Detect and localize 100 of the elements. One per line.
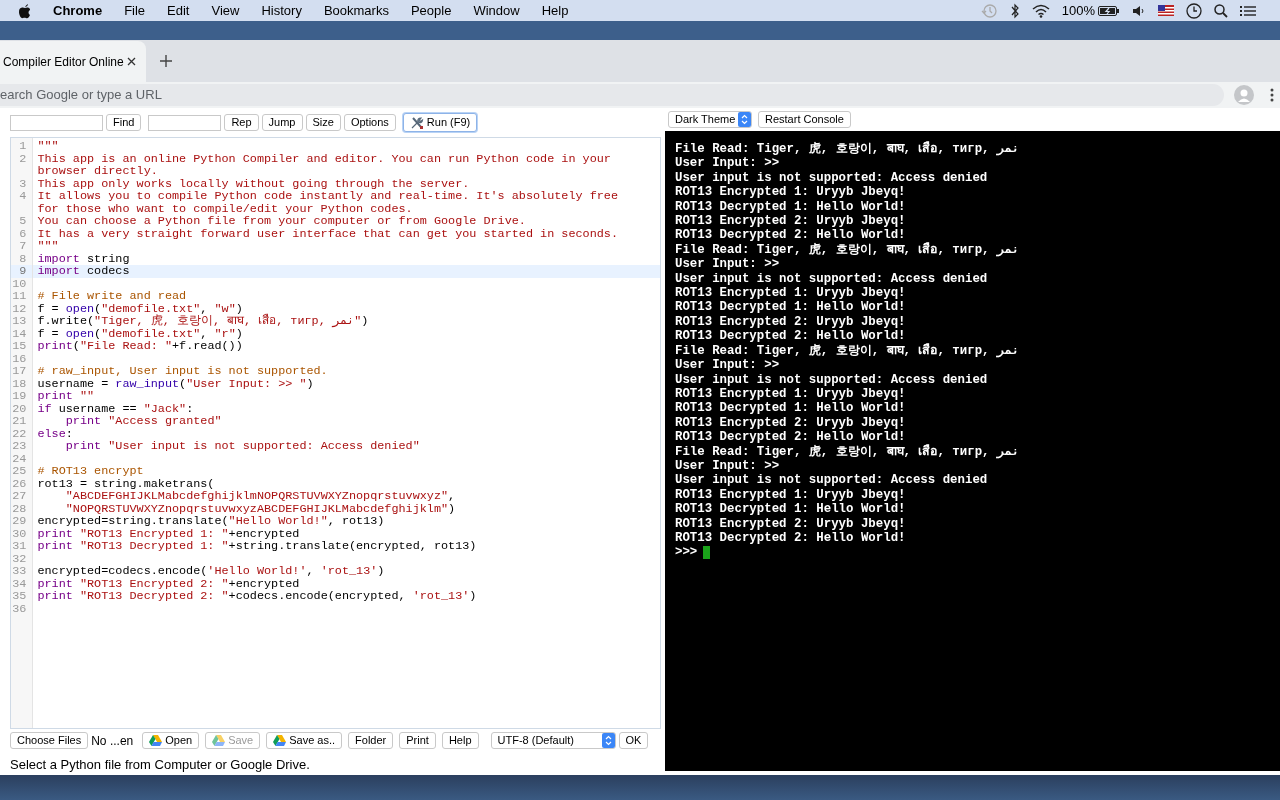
run-button[interactable]: Run (F9) xyxy=(402,113,478,132)
line-number: 16 xyxy=(11,352,28,365)
more-menu-icon[interactable] xyxy=(1270,88,1274,102)
code-line: print "User input is not supported: Access denied" xyxy=(64,440,421,453)
menu-item[interactable]: People xyxy=(399,0,463,21)
console-line: ROT13 Encrypted 1: Uryyb Jbeyq! xyxy=(675,185,907,200)
flag-icon[interactable] xyxy=(1158,5,1174,16)
search-icon[interactable] xyxy=(1214,3,1228,18)
apple-icon[interactable] xyxy=(18,2,32,19)
encoding-select[interactable]: UTF-8 (Default) xyxy=(490,732,616,749)
line-number: 10 xyxy=(11,277,28,290)
line-number: 19 xyxy=(11,390,28,403)
line-number: 25 xyxy=(11,465,28,478)
console-line: ROT13 Decrypted 1: Hello World! xyxy=(675,199,907,215)
app-name[interactable]: Chrome xyxy=(42,0,114,21)
volume-icon[interactable] xyxy=(1132,4,1146,17)
line-number: 17 xyxy=(11,365,28,378)
line-number: 27 xyxy=(11,490,28,503)
console-line: User input is not supported: Access denied xyxy=(675,473,989,488)
search-field[interactable] xyxy=(10,114,103,131)
drive-icon xyxy=(273,735,287,746)
console-line: ROT13 Encrypted 2: Uryyb Jbeyq! xyxy=(675,314,907,330)
battery-percent[interactable]: 100% xyxy=(1061,0,1095,21)
battery-icon[interactable] xyxy=(1098,4,1120,17)
console-line: User Input: >> xyxy=(675,458,781,474)
address-field[interactable]: earch Google or type a URL xyxy=(0,84,1224,106)
ok-button[interactable]: OK xyxy=(618,732,649,749)
line-number: 26 xyxy=(11,477,28,490)
choose-files-button[interactable]: Choose Files xyxy=(10,732,89,749)
line-number: 14 xyxy=(11,327,28,340)
clock-icon[interactable] xyxy=(1186,2,1202,19)
console-line: ROT13 Encrypted 2: Uryyb Jbeyq! xyxy=(675,214,907,229)
code-line: f = open("demofile.txt", "r") xyxy=(36,327,244,340)
code-line: f = open("demofile.txt", "w") xyxy=(36,302,244,315)
restart-console-button[interactable]: Restart Console xyxy=(758,111,851,128)
code-line: "ABCDEFGHIJKLMabcdefghijklmNOPQRSTUVWXYZnopqrstuvwxyz", xyxy=(64,490,457,503)
menu-item[interactable]: Edit xyxy=(156,0,201,21)
console-line: User Input: >> xyxy=(675,156,781,171)
toolbar-button[interactable]: Rep xyxy=(224,114,259,131)
toolbar-button[interactable]: Options xyxy=(343,114,396,131)
code-line: # raw_input, User input is not supported. xyxy=(36,365,329,378)
code-line: import string xyxy=(36,252,131,265)
status-text: Select a Python file from Computer or Google Drive. xyxy=(10,757,310,772)
console-line: ROT13 Encrypted 1: Uryyb Jbeyq! xyxy=(675,286,907,301)
bluetooth-icon[interactable] xyxy=(1009,2,1020,19)
stepper-icon xyxy=(738,112,751,127)
console-line: User input is not supported: Access denied xyxy=(675,271,989,287)
menu-item[interactable]: View xyxy=(200,0,251,21)
code-line: encrypted=string.translate("Hello World!", rot13) xyxy=(36,515,386,528)
line-number: 28 xyxy=(11,502,28,515)
code-line: "NOPQRSTUVWXYZnopqrstuvwxyzABCDEFGHIJKLMabcdefghijklm") xyxy=(64,502,457,515)
console-prompt: >>> xyxy=(675,545,698,560)
line-number: 33 xyxy=(11,565,28,578)
drive-file-button[interactable]: Save as.. xyxy=(266,732,343,749)
toolbar-button[interactable]: Find xyxy=(106,114,142,131)
code-line: print "ROT13 Decrypted 1: "+string.translate(encrypted, rot13) xyxy=(36,540,478,553)
line-number: 1 xyxy=(18,140,28,153)
list-icon[interactable] xyxy=(1240,4,1256,17)
theme-select[interactable]: Dark Theme xyxy=(668,111,752,128)
file-button[interactable]: Print xyxy=(399,732,436,749)
toolbar-button[interactable]: Size xyxy=(305,114,341,131)
menu-item[interactable]: File xyxy=(113,0,157,21)
toolbar-button[interactable]: Jump xyxy=(261,114,303,131)
browser-tab[interactable]: Compiler Editor Online xyxy=(0,41,146,82)
menu-item[interactable]: Window xyxy=(462,0,531,21)
console-line: ROT13 Decrypted 1: Hello World! xyxy=(675,502,907,517)
file-button[interactable]: Help xyxy=(441,732,479,749)
console-line: User Input: >> xyxy=(675,257,781,272)
line-number: 24 xyxy=(11,452,28,465)
address-placeholder: earch Google or type a URL xyxy=(0,86,162,105)
line-number: 21 xyxy=(11,415,28,428)
code-line: # File write and read xyxy=(36,290,188,303)
code-line: print "ROT13 Encrypted 2: "+encrypted xyxy=(36,577,301,590)
wifi-icon[interactable] xyxy=(1031,3,1050,18)
menu-item[interactable]: Help xyxy=(530,0,580,21)
console-line: ROT13 Encrypted 1: Uryyb Jbeyq! xyxy=(675,487,907,503)
console-line: User Input: >> xyxy=(675,358,781,373)
file-button[interactable]: Folder xyxy=(348,732,394,749)
search-field[interactable] xyxy=(148,114,222,131)
console-line: ROT13 Decrypted 2: Hello World! xyxy=(675,228,907,243)
plus-icon[interactable] xyxy=(160,55,172,67)
console-line: User input is not supported: Access denied xyxy=(675,372,989,387)
close-icon[interactable] xyxy=(127,57,136,66)
line-number: 6 xyxy=(18,227,28,240)
console-line: ROT13 Encrypted 2: Uryyb Jbeyq! xyxy=(675,415,907,431)
line-number: 7 xyxy=(18,240,28,253)
console-line: ROT13 Encrypted 1: Uryyb Jbeyq! xyxy=(675,386,907,402)
tools-icon xyxy=(409,115,424,130)
drive-file-button[interactable]: Open xyxy=(142,732,200,749)
menu-item[interactable]: History xyxy=(250,0,313,21)
line-number: 20 xyxy=(11,402,28,415)
code-line: print "Access granted" xyxy=(65,415,223,428)
tab-title: Compiler Editor Online xyxy=(3,53,124,71)
code-line: It allows you to compile Python code instantly and real-time. It's absolutely free for those who want to compile/edit your Python codes. xyxy=(36,190,619,215)
line-number: 5 xyxy=(18,215,28,228)
console-line: ROT13 Decrypted 1: Hello World! xyxy=(675,401,907,416)
line-number: 30 xyxy=(11,527,28,540)
menu-item[interactable]: Bookmarks xyxy=(312,0,400,21)
code-line: """ xyxy=(36,240,60,253)
line-number: 4 xyxy=(18,190,28,205)
